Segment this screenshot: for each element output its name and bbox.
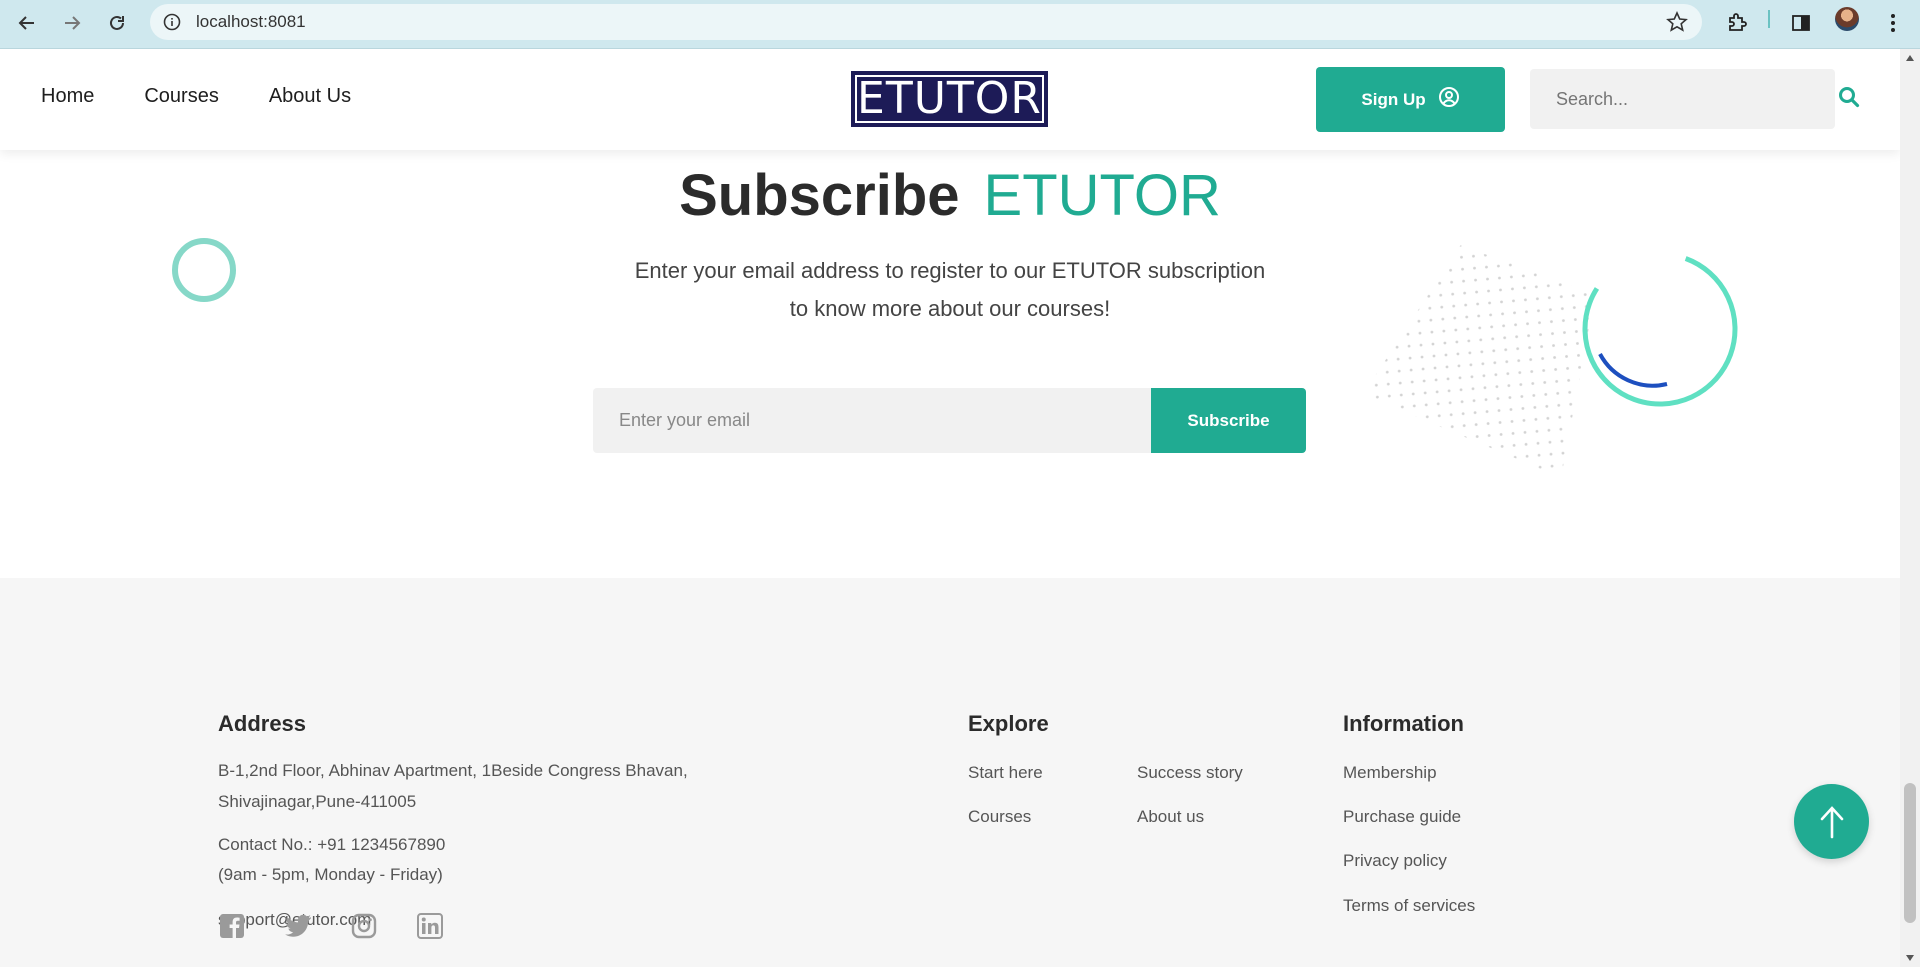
explore-heading: Explore xyxy=(968,711,1049,736)
forward-icon[interactable] xyxy=(57,8,87,38)
info-purchase-guide[interactable]: Purchase guide xyxy=(1343,807,1461,827)
back-icon[interactable] xyxy=(12,8,42,38)
subscribe-form: Subscribe xyxy=(593,388,1306,453)
scroll-up-arrow[interactable] xyxy=(1906,55,1914,61)
nav-about-us[interactable]: About Us xyxy=(269,85,351,108)
user-circle-icon xyxy=(1438,86,1460,113)
logo-text: ETUTOR xyxy=(857,73,1042,124)
subscribe-description: Enter your email address to register to … xyxy=(600,252,1300,328)
linkedin-icon[interactable] xyxy=(416,912,444,940)
page-viewport: Home Courses About Us ETUTOR Sign Up Sea… xyxy=(0,49,1900,967)
search-box xyxy=(1530,69,1835,129)
decorative-ring xyxy=(172,238,236,302)
site-header: Home Courses About Us ETUTOR Sign Up xyxy=(0,49,1900,150)
reload-icon[interactable] xyxy=(102,8,132,38)
search-icon[interactable] xyxy=(1838,86,1860,113)
bookmark-star-icon[interactable] xyxy=(1666,11,1688,38)
subscribe-description-line1: Enter your email address to register to … xyxy=(634,258,1266,283)
site-logo[interactable]: ETUTOR xyxy=(851,71,1048,127)
search-input[interactable] xyxy=(1530,69,1835,129)
browser-toolbar: localhost:8081 xyxy=(0,0,1920,49)
office-hours: (9am - 5pm, Monday - Friday) xyxy=(218,865,443,884)
menu-dots-icon[interactable] xyxy=(1878,8,1908,38)
subscribe-description-line2: to know more about our courses! xyxy=(789,296,1111,321)
address-line1: B-1,2nd Floor, Abhinav Apartment, 1Besid… xyxy=(218,761,688,780)
subscribe-heading: Subscribe ETUTOR xyxy=(0,162,1900,229)
subscribe-button[interactable]: Subscribe xyxy=(1151,388,1306,453)
sign-up-label: Sign Up xyxy=(1361,89,1426,109)
explore-about-us[interactable]: About us xyxy=(1137,807,1204,827)
side-panel-icon[interactable] xyxy=(1786,8,1816,38)
nav-home[interactable]: Home xyxy=(41,85,94,108)
arrow-up-icon xyxy=(1820,805,1843,838)
address-line2: Shivajinagar,Pune-411005 xyxy=(218,792,417,811)
email-input[interactable] xyxy=(593,388,1151,453)
explore-start-here[interactable]: Start here xyxy=(968,763,1043,783)
subscribe-heading-main: Subscribe xyxy=(679,163,960,228)
instagram-icon[interactable] xyxy=(350,912,378,940)
scrollbar-thumb[interactable] xyxy=(1904,783,1916,923)
contact-number: Contact No.: +91 1234567890 xyxy=(218,835,446,854)
toolbar-divider xyxy=(1768,10,1770,28)
page-scrollbar[interactable] xyxy=(1900,49,1920,967)
nav-courses[interactable]: Courses xyxy=(144,85,218,108)
extensions-icon[interactable] xyxy=(1722,8,1752,38)
subscribe-heading-accent: ETUTOR xyxy=(983,163,1221,228)
explore-success-story[interactable]: Success story xyxy=(1137,763,1243,783)
url-text: localhost:8081 xyxy=(196,12,306,31)
decorative-pattern xyxy=(1363,245,1738,478)
back-to-top-button[interactable] xyxy=(1794,784,1869,859)
twitter-icon[interactable] xyxy=(284,912,312,940)
site-info-icon[interactable] xyxy=(162,12,182,32)
info-terms-of-services[interactable]: Terms of services xyxy=(1343,896,1475,916)
scroll-down-arrow[interactable] xyxy=(1906,955,1914,961)
logo-frame: ETUTOR xyxy=(855,75,1044,123)
sign-up-button[interactable]: Sign Up xyxy=(1316,67,1505,132)
info-privacy-policy[interactable]: Privacy policy xyxy=(1343,851,1447,871)
address-bar[interactable]: localhost:8081 xyxy=(150,4,1702,40)
explore-courses[interactable]: Courses xyxy=(968,807,1031,827)
facebook-icon[interactable] xyxy=(218,912,246,940)
info-membership[interactable]: Membership xyxy=(1343,763,1437,783)
address-heading: Address xyxy=(218,711,307,736)
site-footer: Address B-1,2nd Floor, Abhinav Apartment… xyxy=(0,578,1900,967)
profile-avatar[interactable] xyxy=(1835,7,1859,31)
information-heading: Information xyxy=(1343,711,1464,736)
main-nav: Home Courses About Us xyxy=(41,85,351,108)
